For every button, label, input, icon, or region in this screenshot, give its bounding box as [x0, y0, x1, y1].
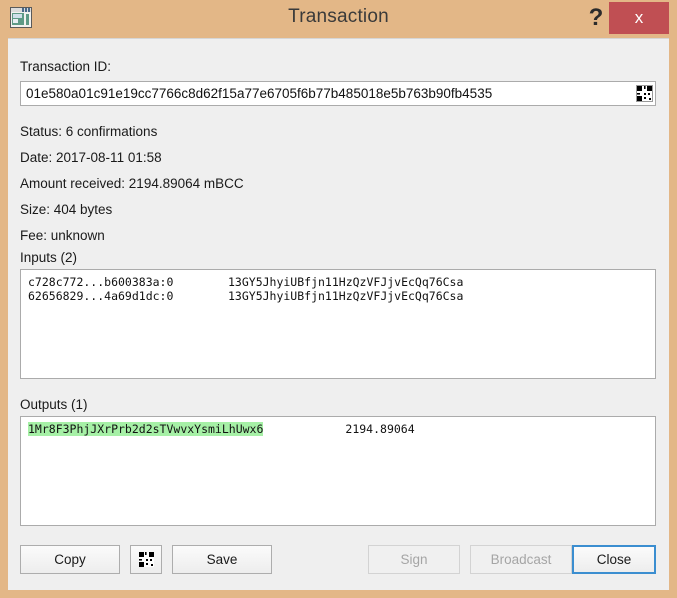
sign-button: Sign [368, 545, 460, 574]
input-outpoint: c728c772...b600383a:0 [28, 275, 174, 289]
input-address: 13GY5JhyiUBfjn11HzQzVFJjvEcQq76Csa [228, 275, 464, 289]
output-row[interactable]: 1Mr8F3PhjJXrPrb2d2sTVwvxYsmiLhUwx6 2194.… [28, 422, 655, 436]
outputs-list[interactable]: 1Mr8F3PhjJXrPrb2d2sTVwvxYsmiLhUwx6 2194.… [20, 416, 656, 526]
broadcast-button: Broadcast [470, 545, 572, 574]
date-line: Date: 2017-08-11 01:58 [20, 150, 162, 165]
output-address: 1Mr8F3PhjJXrPrb2d2sTVwvxYsmiLhUwx6 [28, 422, 264, 436]
dialog-button-row: Copy Save Sign Broadcast Close [20, 545, 656, 575]
status-line: Status: 6 confirmations [20, 124, 158, 139]
input-outpoint: 62656829...4a69d1dc:0 [28, 289, 174, 303]
transaction-id-label: Transaction ID: [20, 59, 112, 74]
help-button[interactable]: ? [582, 2, 610, 34]
inputs-list[interactable]: c728c772...b600383a:0 13GY5JhyiUBfjn11Hz… [20, 269, 656, 379]
window-title: Transaction [288, 6, 389, 27]
transaction-id-value: 01e580a01c91e19cc7766c8d62f15a77e6705f6b… [26, 86, 493, 101]
transaction-info-block: Status: 6 confirmations Date: 2017-08-11… [20, 119, 244, 249]
input-row[interactable]: c728c772...b600383a:0 13GY5JhyiUBfjn11Hz… [28, 275, 655, 289]
input-address: 13GY5JhyiUBfjn11HzQzVFJjvEcQq76Csa [228, 289, 464, 303]
transaction-window: Transaction ? x Transaction ID: 01e580a0… [0, 0, 677, 598]
input-row[interactable]: 62656829...4a69d1dc:0 13GY5JhyiUBfjn11Hz… [28, 289, 655, 303]
save-button[interactable]: Save [172, 545, 272, 574]
size-line: Size: 404 bytes [20, 202, 113, 217]
fee-line: Fee: unknown [20, 228, 105, 243]
qr-code-button[interactable] [130, 545, 162, 574]
transaction-id-field[interactable]: 01e580a01c91e19cc7766c8d62f15a77e6705f6b… [20, 81, 656, 106]
output-amount: 2194.89064 [345, 422, 415, 436]
qr-code-icon [138, 552, 154, 567]
inputs-label: Inputs (2) [20, 250, 78, 265]
copy-button[interactable]: Copy [20, 545, 120, 574]
amount-received-line: Amount received: 2194.89064 mBCC [20, 176, 244, 191]
close-button[interactable]: Close [572, 545, 656, 574]
window-close-button[interactable]: x [609, 2, 669, 34]
window-titlebar: Transaction ? x [0, 0, 677, 38]
dialog-client-area: Transaction ID: 01e580a01c91e19cc7766c8d… [8, 38, 669, 590]
qr-code-icon[interactable] [636, 85, 653, 102]
outputs-label: Outputs (1) [20, 397, 88, 412]
